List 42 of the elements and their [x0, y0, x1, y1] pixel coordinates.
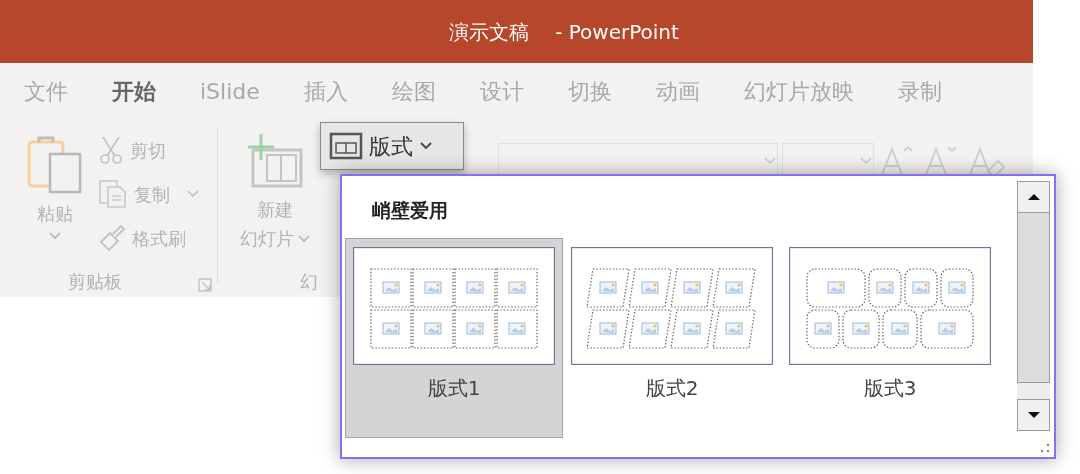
ribbon-tab[interactable]: 插入 — [282, 63, 369, 120]
ribbon-tab[interactable]: iSlide — [179, 63, 281, 120]
layout-icon — [329, 132, 363, 160]
up-arrow-icon — [1026, 193, 1041, 201]
copy-button[interactable]: 复制 — [98, 172, 200, 216]
format-painter-button[interactable]: 格式刷 — [98, 216, 200, 260]
window-title: 演示文稿 — [449, 18, 530, 46]
new-slide-icon — [245, 132, 305, 190]
copy-icon — [98, 179, 128, 209]
ribbon-tab[interactable]: 绘图 — [370, 63, 457, 120]
ribbon-tab[interactable]: 文件 — [3, 63, 89, 120]
down-arrow-icon — [1026, 411, 1041, 419]
caret-icon — [763, 155, 777, 166]
resize-grip-icon[interactable] — [1040, 443, 1050, 453]
ribbon-tab[interactable]: 设计 — [458, 63, 545, 120]
ribbon-tab[interactable]: 开始 — [91, 63, 177, 120]
layout-option[interactable]: 版式2 — [563, 238, 781, 438]
scroll-up-button[interactable] — [1017, 181, 1050, 213]
scroll-down-button[interactable] — [1017, 399, 1050, 431]
cut-button[interactable]: 剪切 — [98, 128, 200, 172]
paste-button[interactable]: 粘贴 — [22, 132, 88, 241]
caret-icon — [859, 155, 873, 166]
app-name: - PowerPoint — [555, 18, 679, 46]
scrollbar-thumb[interactable] — [1017, 213, 1050, 383]
layout-option[interactable]: 版式1 — [345, 238, 563, 438]
group-label: 幻 — [300, 270, 318, 294]
ribbon-tab[interactable]: 切换 — [546, 63, 633, 120]
caret-icon — [48, 231, 62, 241]
ribbon-tab[interactable]: 动画 — [634, 63, 721, 120]
layout-button[interactable]: 版式 — [320, 122, 464, 170]
layout-option[interactable]: 版式3 — [781, 238, 999, 438]
scissors-icon — [98, 135, 124, 165]
brush-icon — [98, 224, 126, 252]
ribbon-tab[interactable]: 录制 — [876, 63, 963, 120]
section-heading: 峭壁爱用 — [371, 198, 449, 223]
caret-icon — [298, 233, 310, 244]
ribbon-tab[interactable]: 幻灯片放映 — [722, 63, 875, 120]
group-label: 剪贴板 — [68, 270, 122, 294]
scrollbar-track[interactable] — [1017, 383, 1050, 399]
caret-icon — [186, 189, 200, 199]
new-slide-button[interactable]: 新建 幻灯片 — [230, 132, 320, 252]
caret-icon — [419, 141, 433, 151]
